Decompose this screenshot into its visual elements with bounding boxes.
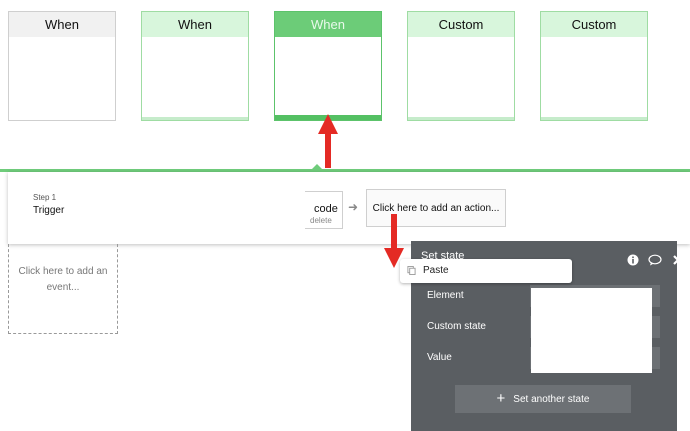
event-card-1[interactable]: When bbox=[8, 11, 116, 121]
paste-menu-item[interactable]: Paste bbox=[423, 265, 449, 276]
panel-toolbar bbox=[622, 251, 684, 269]
close-icon[interactable] bbox=[672, 254, 684, 266]
event-card-title: Custom bbox=[541, 12, 647, 37]
redacted-block bbox=[66, 176, 310, 236]
workflow-notch bbox=[311, 164, 323, 170]
step-title[interactable]: Trigger bbox=[33, 205, 64, 216]
card-underline bbox=[408, 117, 514, 120]
field-label-custom-state: Custom state bbox=[427, 321, 486, 332]
event-card-title: Custom bbox=[408, 12, 514, 37]
set-another-state-label: Set another state bbox=[513, 394, 590, 405]
field-label-value: Value bbox=[427, 352, 452, 363]
add-event-label-line2: event... bbox=[46, 282, 80, 293]
annotation-arrow-down bbox=[384, 214, 404, 268]
field-label-element: Element bbox=[427, 290, 464, 301]
arrow-right-icon: ➜ bbox=[348, 200, 359, 214]
step-delete-link[interactable]: delete bbox=[310, 216, 332, 225]
card-underline bbox=[541, 117, 647, 120]
event-card-4[interactable]: Custom bbox=[407, 11, 515, 121]
event-card-title: When bbox=[9, 12, 115, 37]
step-number: Step 1 bbox=[33, 193, 57, 202]
event-card-title: When bbox=[275, 12, 381, 37]
plus-icon: + bbox=[496, 390, 506, 407]
set-another-state-button[interactable]: + Set another state bbox=[455, 385, 631, 413]
redacted-fields-block bbox=[531, 288, 652, 373]
event-card-title: When bbox=[142, 12, 248, 37]
add-event-placeholder[interactable]: Click here to add an event... bbox=[8, 244, 118, 334]
add-event-label-line1: Click here to add an bbox=[18, 266, 108, 277]
comment-icon[interactable] bbox=[648, 254, 663, 266]
annotation-arrow-up bbox=[318, 114, 338, 168]
step-code-label: code bbox=[314, 203, 338, 215]
event-card-3-selected[interactable]: When bbox=[274, 11, 382, 121]
event-card-5[interactable]: Custom bbox=[540, 11, 648, 121]
card-underline bbox=[142, 117, 248, 120]
clipboard-icon bbox=[407, 266, 416, 275]
info-icon[interactable] bbox=[627, 254, 639, 266]
event-card-2[interactable]: When bbox=[141, 11, 249, 121]
